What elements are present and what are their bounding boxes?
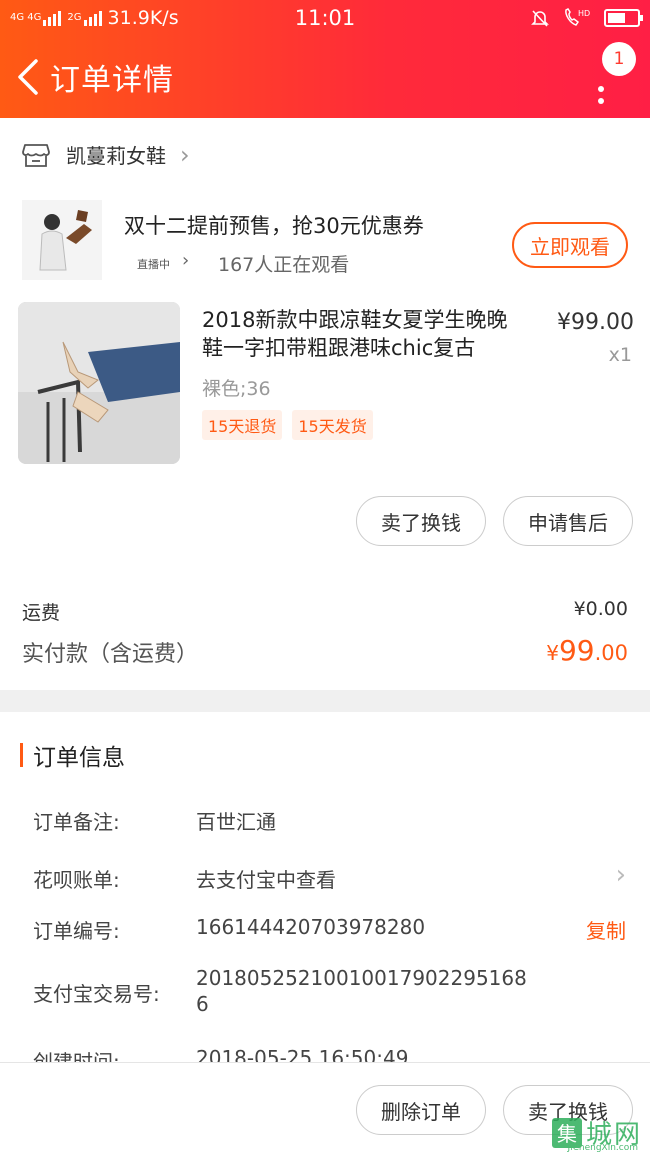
notification-badge[interactable]: 1 (602, 42, 636, 76)
order-note-label: 订单备注: (33, 810, 120, 834)
shop-row[interactable]: 凯蔓莉女鞋 › (22, 140, 190, 169)
total-value: ¥99.00 (546, 634, 628, 667)
store-icon (22, 143, 50, 167)
product-sku: 裸色;36 (202, 378, 271, 400)
product-item[interactable]: 2018新款中跟凉鞋女夏学生晚晚鞋一字扣带粗跟港味chic复古 ¥99.00 x… (18, 302, 638, 467)
live-status-tag: 直播中 (137, 258, 170, 271)
live-promo[interactable]: 双十二提前预售，抢30元优惠券 直播中 › 167人正在观看 立即观看 (22, 200, 632, 280)
sell-for-cash-button[interactable]: 卖了换钱 (356, 496, 486, 546)
live-headline: 双十二提前预售，抢30元优惠券 (124, 214, 424, 238)
section-divider (0, 690, 650, 712)
section-title: 订单信息 (20, 738, 125, 772)
return-tag: 15天退货 (202, 410, 283, 440)
live-thumbnail (22, 200, 102, 280)
copy-button[interactable]: 复制 (586, 915, 626, 944)
service-tags: 15天退货 15天发货 (202, 410, 373, 440)
section-accent-bar (20, 743, 23, 767)
order-note-value: 百世汇通 (196, 810, 276, 834)
order-number-value: 166144420703978280 (196, 915, 426, 939)
top-bar: 4G 4G 2G 31.9K/s 11:01 HD 订单详情 1 (0, 0, 650, 118)
shipping-value: ¥0.00 (573, 598, 628, 620)
product-price: ¥99.00 (557, 310, 634, 335)
ship-tag: 15天发货 (292, 410, 373, 440)
shipping-label: 运费 (22, 602, 61, 624)
alipay-txn-value-cont: 6 (196, 992, 209, 1016)
order-number-label: 订单编号: (33, 919, 120, 943)
delete-order-button[interactable]: 删除订单 (356, 1085, 486, 1135)
battery-icon (604, 9, 643, 27)
alipay-txn-value: 20180525210010017902295168 (196, 966, 527, 990)
chevron-left-icon (18, 59, 38, 95)
watch-now-button[interactable]: 立即观看 (512, 222, 628, 268)
chevron-right-icon[interactable]: › (616, 860, 626, 890)
product-quantity: x1 (608, 344, 632, 366)
status-bar: 4G 4G 2G 31.9K/s 11:01 HD (0, 0, 650, 36)
huabei-link[interactable]: 去支付宝中查看 (196, 864, 336, 893)
after-sale-button[interactable]: 申请售后 (503, 496, 633, 546)
chevron-right-icon: › (182, 250, 190, 271)
clock: 11:01 (294, 6, 356, 30)
back-button[interactable] (8, 57, 48, 97)
chevron-right-icon: › (180, 140, 190, 169)
bottom-action-bar: 删除订单 卖了换钱 集 城网 JiChengXin.com (0, 1062, 650, 1155)
live-viewer-count: 167人正在观看 (218, 254, 350, 276)
watermark: 集 城网 JiChengXin.com (551, 1114, 642, 1153)
product-name: 2018新款中跟凉鞋女夏学生晚晚鞋一字扣带粗跟港味chic复古 (202, 308, 508, 360)
product-image (18, 302, 180, 464)
shop-name: 凯蔓莉女鞋 (66, 144, 166, 168)
page-title: 订单详情 (50, 63, 174, 98)
total-label: 实付款（含运费） (22, 642, 199, 667)
alipay-txn-label: 支付宝交易号: (33, 982, 160, 1006)
huabei-label: 花呗账单: (33, 868, 120, 892)
